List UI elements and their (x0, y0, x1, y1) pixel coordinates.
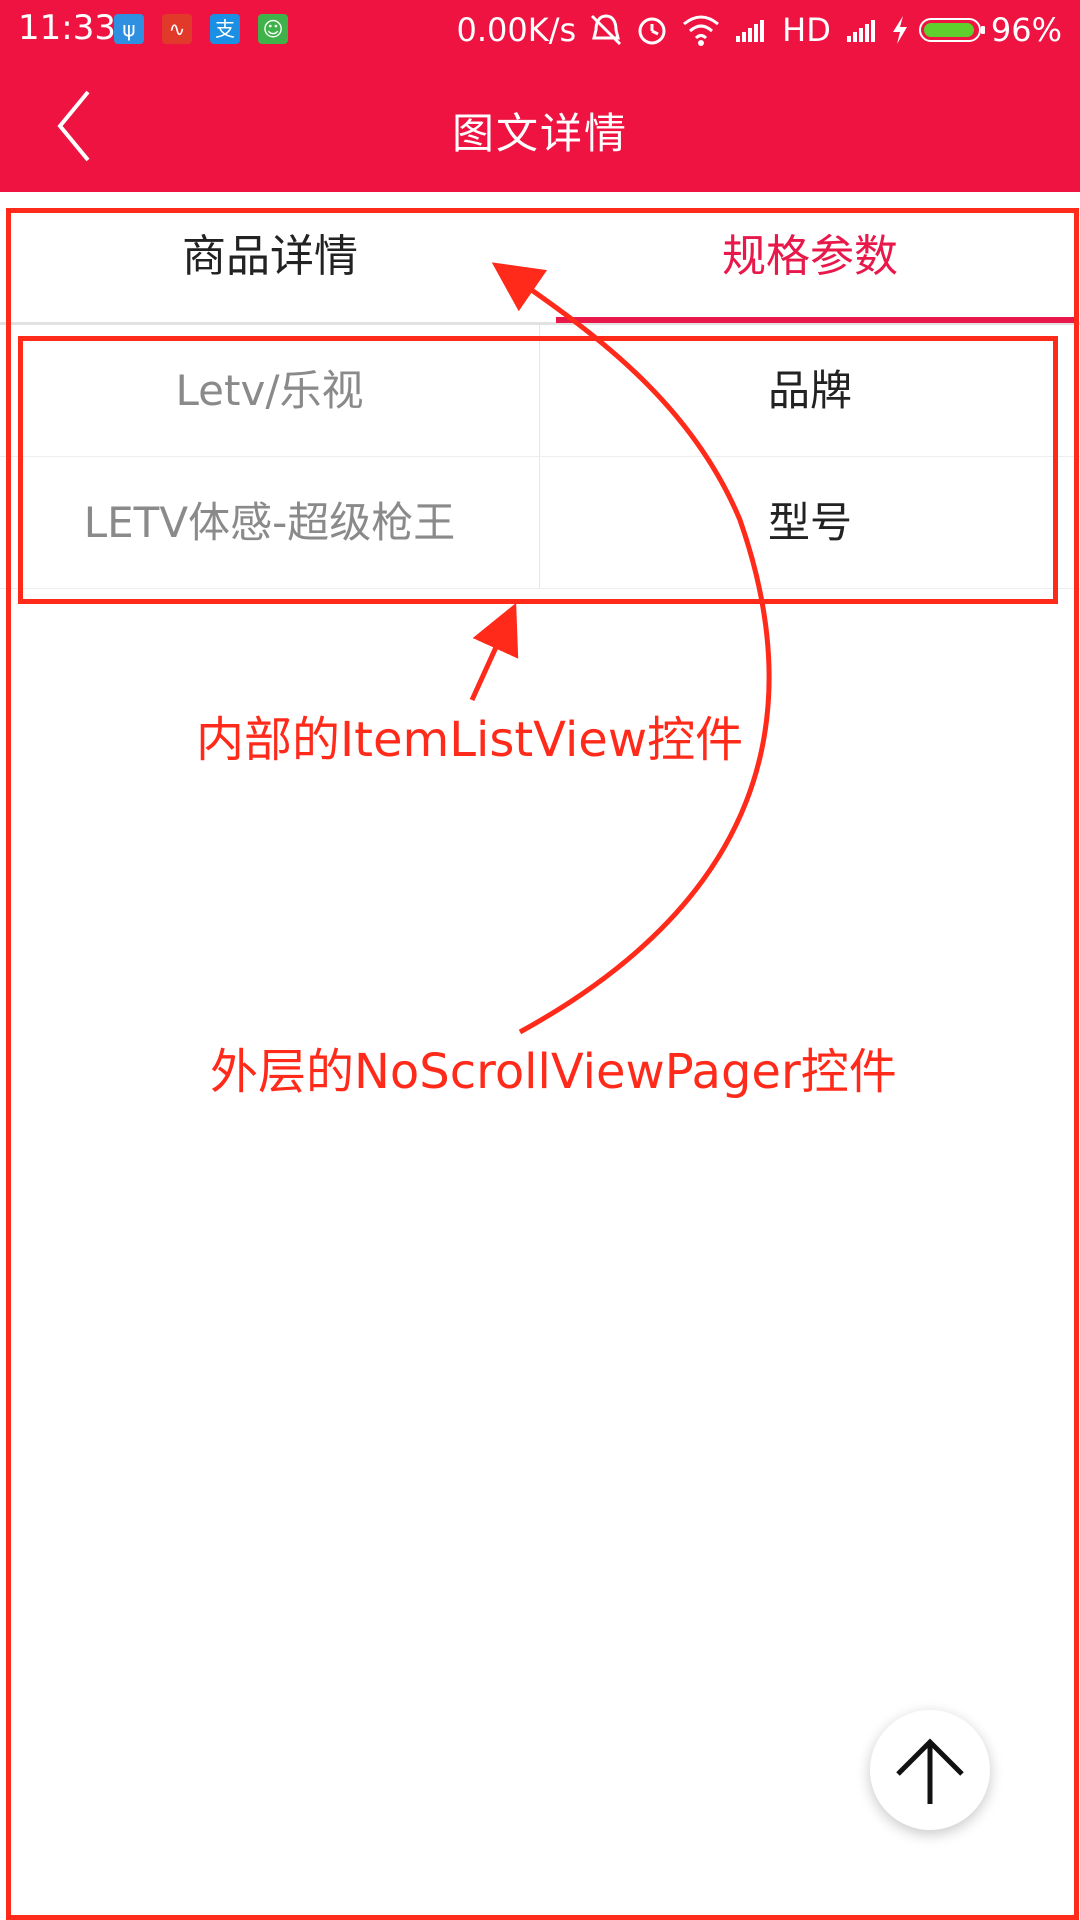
signal-icon-2 (846, 18, 877, 42)
battery-icon (918, 18, 985, 42)
network-type: HD (782, 11, 831, 49)
android-icon: ☺ (258, 14, 288, 44)
status-time: 11:33 (18, 8, 116, 48)
alarm-icon (638, 17, 666, 45)
inner-listview-box (18, 336, 1058, 604)
app-red-icon: ∿ (162, 14, 192, 44)
status-indicators: 0.00K/s HD 96% (456, 8, 1062, 52)
mute-bell-icon (591, 14, 622, 46)
title-bar: 图文详情 (0, 60, 1080, 192)
signal-icon (736, 18, 766, 42)
back-to-top-button[interactable] (870, 1710, 990, 1830)
status-bar: 11:33 ψ ∿ 支 ☺ 0.00K/s HD 96% (0, 0, 1080, 60)
wifi-icon (683, 15, 720, 46)
outer-viewpager-label: 外层的NoScrollViewPager控件 (210, 1044, 897, 1100)
alipay-icon: 支 (210, 14, 240, 44)
net-speed: 0.00K/s (456, 11, 577, 49)
battery-percent: 96% (990, 11, 1062, 49)
charging-icon (892, 16, 907, 44)
inner-listview-label: 内部的ItemListView控件 (196, 712, 744, 768)
arrow-up-icon (896, 1738, 964, 1804)
usb-icon: ψ (114, 14, 144, 44)
page-title: 图文详情 (451, 109, 628, 158)
